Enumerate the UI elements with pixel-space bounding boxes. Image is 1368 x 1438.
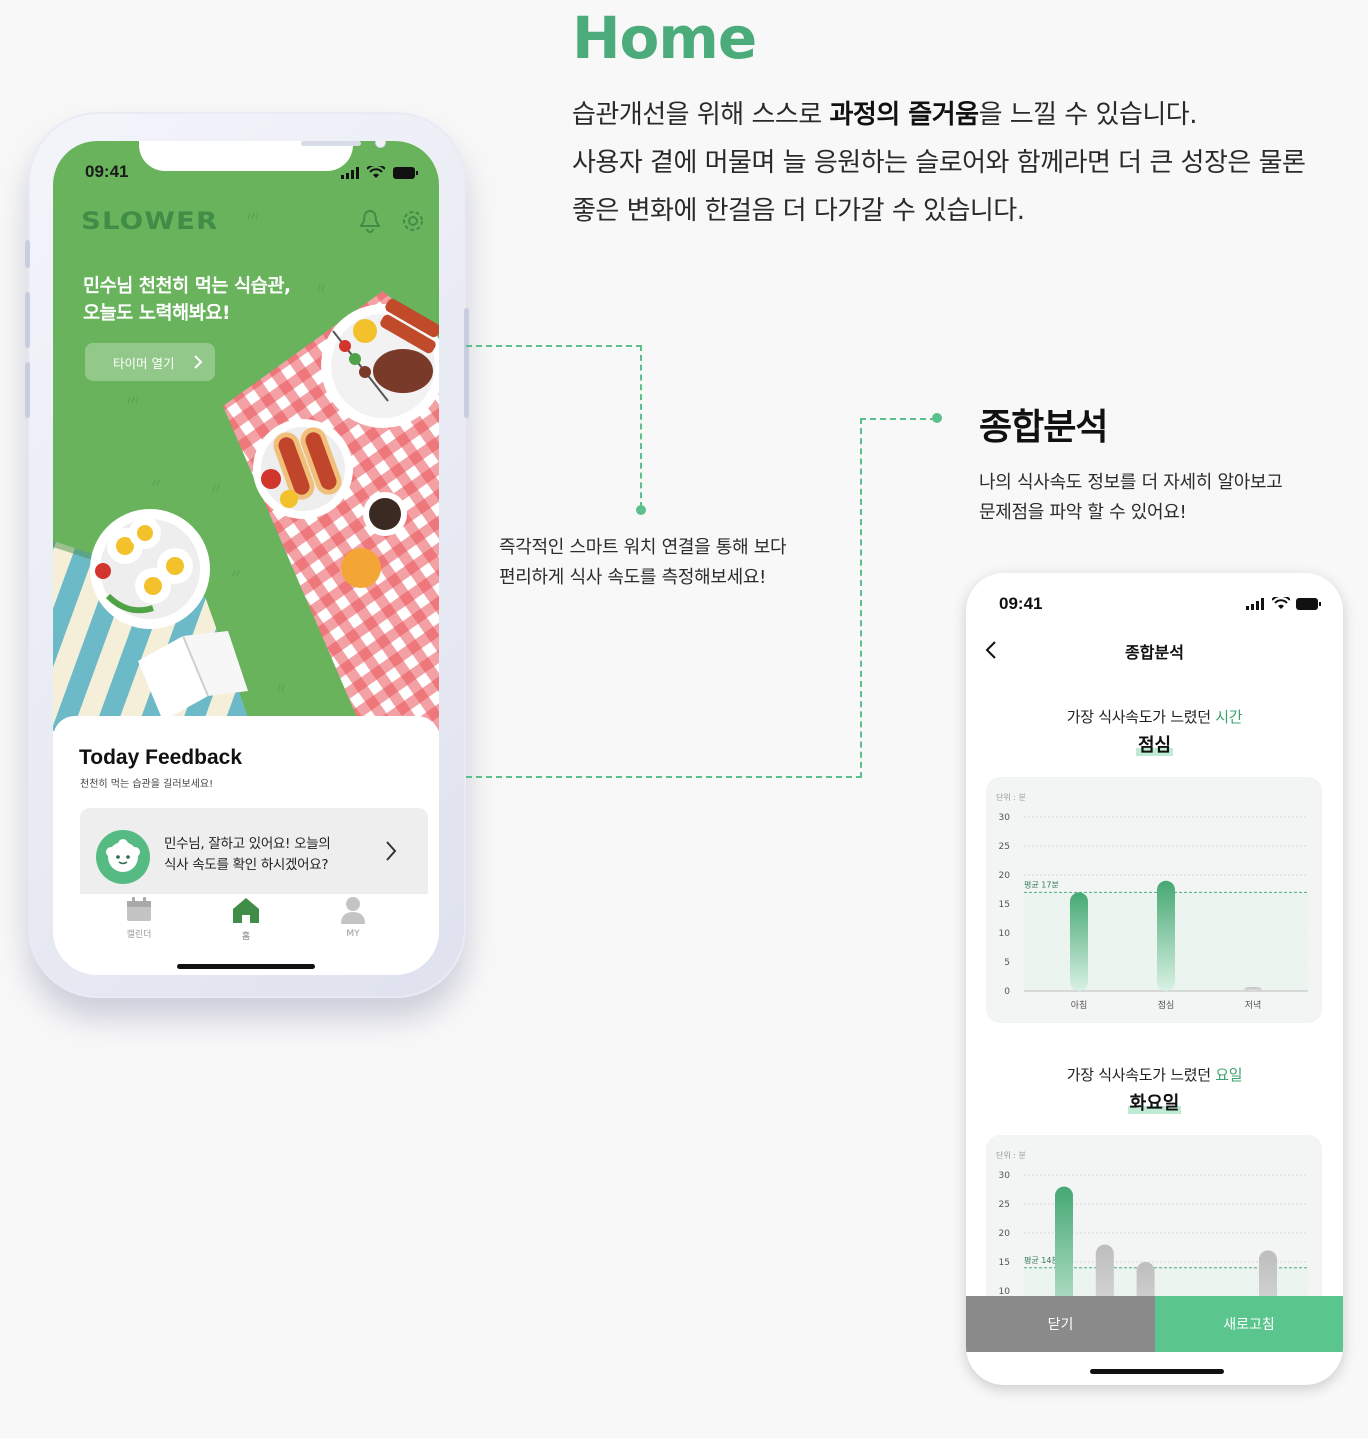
slowest-time-answer: 점심 [1135, 735, 1174, 756]
profile-icon [341, 897, 365, 924]
y-tick-label: 25 [999, 1200, 1010, 1210]
tab-my-label: MY [346, 929, 360, 939]
x-tick-label: 저녁 [1245, 1000, 1262, 1011]
feedback-message-button[interactable]: 민수님, 잘하고 있어요! 오늘의 식사 속도를 확인 하시겠어요? [80, 808, 428, 894]
y-tick-label: 30 [999, 813, 1011, 823]
hero-banner: 09:41 SLOWER 민수님 천천히 먹는 식습관, 오늘도 노력해봐요! … [53, 141, 439, 731]
chart-unit-label: 단위 : 분 [996, 792, 1026, 802]
connector-dot [932, 413, 942, 423]
chart-bar [1070, 892, 1088, 991]
average-label: 평균 14분 [1024, 1255, 1059, 1265]
connector-line [466, 345, 642, 347]
y-tick-label: 20 [999, 871, 1011, 881]
screen-title: 종합분석 [1125, 643, 1184, 662]
watch-connect-note: 즉각적인 스마트 워치 연결을 통해 보다 편리하게 식사 속도를 측정해보세요… [499, 537, 787, 588]
chart-bar [1244, 987, 1262, 991]
feedback-title: Today Feedback [79, 746, 242, 769]
home-screen: 09:41 SLOWER 민수님 천천히 먹는 식습관, 오늘도 노력해봐요! … [53, 141, 439, 975]
phone-notch [139, 141, 386, 171]
analysis-screen: 09:41 종합분석 가장 식사속도가 느렸던 시간 점심 단위 : 분 0 5 10… [966, 573, 1343, 1385]
open-timer-button[interactable]: 타이머 열기 [85, 343, 215, 381]
greeting-text: 민수님 천천히 먹는 식습관, 오늘도 노력해봐요! [83, 276, 291, 324]
intro-line-1: 습관개선을 위해 스스로 과정의 즐거움을 느낄 수 있습니다. [572, 100, 1198, 130]
tab-home[interactable]: 홈 [216, 896, 276, 942]
status-time: 09:41 [85, 162, 129, 181]
home-indicator [1090, 1369, 1224, 1374]
bottom-tab-bar: 캘린더 홈 MY [53, 896, 439, 956]
tab-calendar-label: 캘린더 [126, 930, 152, 940]
home-icon [233, 898, 259, 923]
home-indicator [177, 964, 315, 969]
connector-dot [636, 505, 646, 515]
bell-icon[interactable] [359, 209, 381, 233]
slowest-day-question: 가장 식사속도가 느렸던 요일 [1066, 1066, 1243, 1084]
tab-my[interactable]: MY [323, 896, 383, 939]
wifi-icon [1272, 597, 1290, 609]
y-tick-label: 5 [1004, 958, 1010, 968]
feedback-subtitle: 천천히 먹는 습관을 길러보세요! [80, 779, 214, 790]
feedback-message: 민수님, 잘하고 있어요! 오늘의 식사 속도를 확인 하시겠어요? [164, 836, 331, 873]
slowest-day-answer: 화요일 [1127, 1093, 1182, 1114]
y-tick-label: 0 [1004, 987, 1010, 997]
analysis-description: 나의 식사속도 정보를 더 자세히 알아보고 문제점을 파악 할 수 있어요! [979, 472, 1283, 523]
x-tick-label: 점심 [1158, 999, 1175, 1011]
page-title: Home [572, 4, 757, 72]
signal-icon [341, 167, 359, 179]
signal-icon [1246, 598, 1264, 610]
connector-line [466, 776, 862, 778]
app-logo: SLOWER [81, 207, 219, 235]
y-tick-label: 15 [999, 1258, 1010, 1268]
intro-line-3: 좋은 변화에 한걸음 더 다가갈 수 있습니다. [572, 196, 1025, 226]
close-button[interactable]: 닫기 [966, 1296, 1155, 1352]
battery-icon [393, 167, 418, 179]
meal-time-chart: 단위 : 분 0 5 10 15 20 25 30 평균 17분아침 점심 저녁 [986, 777, 1322, 1023]
wifi-icon [367, 166, 385, 178]
chart-unit-label: 단위 : 분 [996, 1150, 1026, 1160]
calendar-icon [127, 897, 151, 921]
status-time: 09:41 [999, 594, 1043, 613]
chevron-right-icon [194, 355, 203, 369]
connector-line [860, 418, 936, 420]
y-tick-label: 30 [999, 1171, 1011, 1181]
open-timer-label: 타이머 열기 [113, 355, 175, 371]
tab-calendar[interactable]: 캘린더 [109, 896, 169, 940]
connector-line [860, 418, 862, 778]
average-label: 평균 17분 [1024, 879, 1059, 889]
refresh-button[interactable]: 새로고침 [1155, 1296, 1343, 1352]
slowest-time-question: 가장 식사속도가 느렸던 시간 [1066, 708, 1243, 726]
y-tick-label: 20 [999, 1229, 1011, 1239]
y-tick-label: 25 [999, 842, 1010, 852]
tab-home-label: 홈 [241, 932, 251, 942]
analysis-heading: 종합분석 [979, 407, 1108, 448]
chevron-right-icon [386, 841, 397, 861]
intro-line-2: 사용자 곁에 머물며 늘 응원하는 슬로어와 함께라면 더 큰 성장은 물론 [572, 148, 1306, 178]
y-tick-label: 10 [999, 929, 1011, 939]
gear-icon[interactable] [401, 209, 425, 233]
chart-bar [1157, 880, 1175, 991]
battery-icon [1296, 598, 1321, 610]
mascot-avatar [96, 830, 150, 884]
x-tick-label: 아침 [1071, 1000, 1088, 1011]
y-tick-label: 15 [999, 900, 1010, 910]
connector-line [640, 345, 642, 508]
